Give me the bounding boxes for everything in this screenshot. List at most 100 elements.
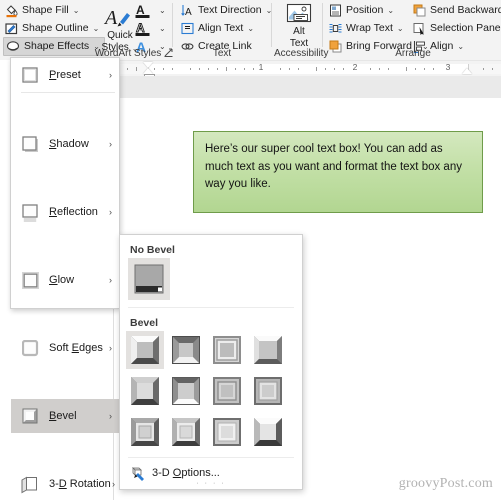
ruler-tick <box>154 68 155 70</box>
right-indent-marker[interactable] <box>462 68 472 74</box>
ruler-tick <box>388 68 389 70</box>
group-wordart-styles: WordArt Styles <box>92 0 164 60</box>
gallery-cell-bevel-angle[interactable] <box>126 372 164 410</box>
shadow-icon <box>22 136 39 153</box>
gallery-heading-bevel: Bevel <box>130 317 159 329</box>
gallery-resize-handle[interactable]: · · · · <box>120 480 302 487</box>
gallery-cell-bevel-soft-round[interactable] <box>167 372 205 410</box>
menu-label-soft-edges-rest: dges <box>78 342 103 354</box>
ruler-tick <box>127 68 128 70</box>
watermark: groovyPost.com <box>398 476 493 491</box>
ruler-tick <box>424 68 425 70</box>
gallery-footer[interactable]: 3-D Options... · · · · <box>120 459 302 489</box>
document-text-box[interactable]: Here’s our super cool text box! You can … <box>193 131 483 213</box>
accel-reflection: R <box>49 206 57 218</box>
group-text: Text <box>176 0 268 60</box>
ruler-tick <box>334 68 335 70</box>
gallery-cell-bevel-cool-slant[interactable] <box>249 331 287 369</box>
ruler-tick <box>415 68 416 70</box>
gallery-divider <box>128 307 294 308</box>
accel-soft-edges: E <box>71 342 79 354</box>
shape-outline-command[interactable]: Shape Outline ⌄ <box>4 21 99 36</box>
no-bevel-thumbnail <box>134 264 164 294</box>
accel-glow: G <box>49 274 58 286</box>
ruler-number: 2 <box>352 62 358 72</box>
three-d-options-label[interactable]: 3-D Options... <box>152 467 220 479</box>
ribbon: Shape Fill ⌄ Shape Outline ⌄ Shape Effec… <box>0 0 501 60</box>
ruler-tick <box>379 68 380 70</box>
menu-label-soft-edges-pre: Soft <box>49 342 72 354</box>
wordart-dialog-launcher[interactable] <box>164 48 173 59</box>
gallery-cell-bevel-divot[interactable] <box>126 413 164 451</box>
group-label-text: Text <box>212 48 232 59</box>
menu-item-soft-edges[interactable]: Soft Edges › <box>11 331 119 365</box>
ruler-tick <box>136 67 137 71</box>
gallery-cell-bevel-hard-edge[interactable] <box>208 413 246 451</box>
ruler-tick <box>244 68 245 70</box>
ruler-tick <box>199 68 200 70</box>
group-separator <box>172 3 173 47</box>
gallery-cell-bevel-art-deco[interactable] <box>249 413 287 451</box>
group-label-accessibility: Accessibility <box>274 48 329 59</box>
gallery-cell-bevel-cross[interactable] <box>208 331 246 369</box>
menu-label-bevel: Bevel <box>49 410 77 422</box>
menu-label-preset: Preset <box>49 69 81 81</box>
chevron-down-icon[interactable]: ⌄ <box>73 3 80 18</box>
soft-edges-icon <box>21 339 39 357</box>
menu-item-3d-rotation[interactable]: 3-D Rotation › <box>11 467 119 501</box>
horizontal-ruler[interactable]: 1 2 3 <box>113 60 501 81</box>
gallery-heading-no-bevel: No Bevel <box>130 244 175 256</box>
text-box-content[interactable]: Here’s our super cool text box! You can … <box>205 141 471 194</box>
gallery-cell-bevel-riblet[interactable] <box>167 413 205 451</box>
group-separator <box>322 3 323 47</box>
ruler-tick <box>172 68 173 70</box>
ruler-tick <box>325 68 326 70</box>
paint-bucket-icon <box>4 3 19 18</box>
menu-divider <box>21 92 115 93</box>
ruler-tick <box>483 68 484 70</box>
shape-effects-command[interactable]: Shape Effects ⌄ <box>3 37 105 56</box>
gallery-cell-no-bevel[interactable] <box>128 258 170 300</box>
gallery-cell-bevel-relaxed-inset[interactable] <box>167 331 205 369</box>
shape-effects-icon <box>6 39 21 54</box>
menu-item-preset[interactable]: Preset › <box>11 58 119 92</box>
accel-3d-options: O <box>172 467 182 479</box>
menu-label-shadow-rest: hadow <box>56 138 89 150</box>
menu-label-bevel-rest: evel <box>56 410 77 422</box>
ruler-tick <box>316 67 317 71</box>
group-separator <box>271 3 272 47</box>
ruler-tick <box>190 68 191 70</box>
shape-effects-menu[interactable]: Preset › Shadow › Reflection › Glow › So… <box>10 57 120 494</box>
ruler-tick <box>217 68 218 70</box>
menu-item-shadow[interactable]: Shadow › <box>11 127 119 161</box>
menu-item-glow[interactable]: Glow › <box>11 263 119 297</box>
ruler-tick <box>343 68 344 70</box>
ruler-tick <box>253 68 254 70</box>
ruler-tick <box>163 68 164 70</box>
ruler-number: 3 <box>445 62 451 72</box>
group-label-arrange: Arrange <box>395 48 431 59</box>
ruler-number: 1 <box>258 62 264 72</box>
shape-fill-command[interactable]: Shape Fill ⌄ <box>4 3 79 18</box>
gallery-cell-bevel-circle[interactable] <box>126 331 164 369</box>
ruler-tick <box>208 68 209 70</box>
menu-label-shadow: Shadow <box>49 138 89 150</box>
menu-label-3d-pre: 3- <box>49 478 59 490</box>
gallery-cell-bevel-slope[interactable] <box>249 372 287 410</box>
gallery-cell-bevel-convex[interactable] <box>208 372 246 410</box>
ruler-tick <box>280 68 281 70</box>
menu-item-bevel[interactable]: Bevel › <box>11 399 119 433</box>
accel-3d-rotation: D <box>58 478 67 490</box>
group-accessibility: Accessibility <box>274 0 329 60</box>
bevel-icon <box>22 408 39 425</box>
menu-label-3d-rest: Rotation <box>66 478 111 490</box>
bevel-gallery[interactable]: No Bevel Bevel 3-D Options... · · · · <box>119 234 303 490</box>
gallery-divider-bottom <box>128 457 294 458</box>
ruler-tick <box>289 68 290 70</box>
chevron-right-icon: › <box>109 343 112 353</box>
shape-fill-label: Shape Fill <box>22 4 69 16</box>
menu-item-reflection[interactable]: Reflection › <box>11 195 119 229</box>
preset-icon <box>22 67 39 84</box>
word-app-window: Shape Fill ⌄ Shape Outline ⌄ Shape Effec… <box>0 0 501 500</box>
chevron-right-icon: › <box>109 207 112 217</box>
